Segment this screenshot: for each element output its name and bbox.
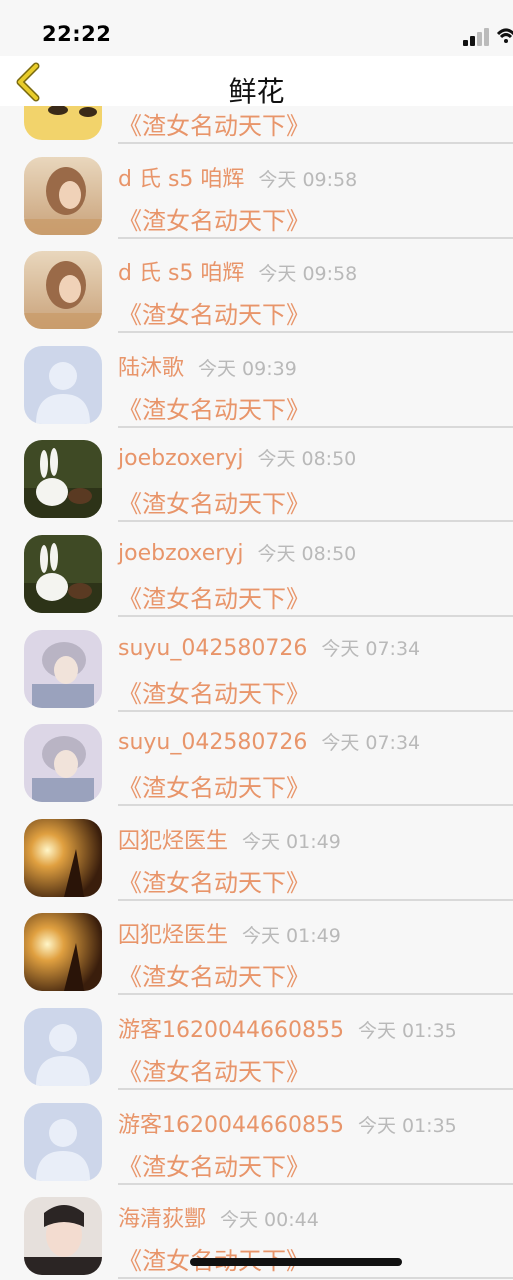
book-title[interactable]: 《渣女名动天下》 [118,106,310,141]
avatar[interactable] [24,534,102,613]
list-item[interactable]: 陆沐歌 今天 09:39 《渣女名动天下》 [0,334,513,429]
avatar[interactable] [24,106,102,140]
status-time: 22:22 [42,22,112,46]
book-title[interactable]: 《渣女名动天下》 [118,1147,310,1182]
book-title[interactable]: 《渣女名动天下》 [118,579,310,614]
user-name-text: 游客1620044660855 [118,1112,344,1138]
page-title: 鲜花 [228,75,285,108]
list-item[interactable]: d 氏 s5 咱辉 今天 09:58 《渣女名动天下》 [0,239,513,334]
user-name-text: 陆沐歌 [118,355,185,381]
user-name[interactable]: 囚犯烃医生 今天 01:49 [118,917,341,949]
user-name[interactable]: d 氏 s5 咱辉 今天 09:58 [118,161,357,193]
book-title[interactable]: 《渣女名动天下》 [118,674,310,709]
avatar[interactable] [24,818,102,897]
book-title[interactable]: 《渣女名动天下》 [118,957,310,992]
home-indicator [190,1258,402,1266]
avatar[interactable] [24,1007,102,1086]
timestamp: 今天 09:58 [258,168,358,191]
user-name[interactable]: 囚犯烃医生 今天 01:49 [118,823,341,855]
list-item[interactable]: d 氏 s5 咱辉 今天 09:58 《渣女名动天下》 [0,145,513,240]
book-title[interactable]: 《渣女名动天下》 [118,201,310,236]
avatar[interactable] [24,345,102,424]
signal-icon [463,28,493,46]
user-name-text: joebzoxeryj [118,540,244,566]
user-name[interactable]: joebzoxeryj 今天 08:50 [118,539,356,566]
user-name-text: suyu_042580726 [118,730,308,756]
flower-list[interactable]: 《渣女名动天下》 d 氏 s5 咱辉 今天 09:58 《渣女名动天下》 d 氏 s5 … [0,106,513,1280]
status-bar: 22:22 [0,0,513,56]
user-name-text: 囚犯烃医生 [118,828,229,854]
timestamp: 今天 08:50 [257,448,357,471]
list-item[interactable]: suyu_042580726 今天 07:34 《渣女名动天下》 [0,618,513,713]
user-name-text: d 氏 s5 咱辉 [118,261,245,287]
timestamp: 今天 09:39 [198,357,297,380]
book-title[interactable]: 《渣女名动天下》 [118,295,310,330]
timestamp: 今天 01:49 [242,925,341,948]
list-item[interactable]: 囚犯烃医生 今天 01:49 《渣女名动天下》 [0,901,513,996]
avatar[interactable] [24,629,102,708]
avatar[interactable] [24,1102,102,1181]
book-title[interactable]: 《渣女名动天下》 [118,484,310,519]
book-title[interactable]: 《渣女名动天下》 [118,390,310,425]
list-item[interactable]: 游客1620044660855 今天 01:35 《渣女名动天下》 [0,996,513,1091]
user-name-text: joebzoxeryj [118,446,244,472]
timestamp: 今天 07:34 [321,732,421,755]
list-item[interactable]: 《渣女名动天下》 [0,106,513,145]
avatar[interactable] [24,251,102,330]
wifi-icon [496,26,513,46]
user-name[interactable]: 陆沐歌 今天 09:39 [118,350,297,382]
avatar[interactable] [24,913,102,992]
timestamp: 今天 01:35 [357,1019,457,1042]
divider [118,1277,513,1280]
user-name[interactable]: suyu_042580726 今天 07:34 [118,728,420,755]
list-item[interactable]: 游客1620044660855 今天 01:35 《渣女名动天下》 [0,1091,513,1186]
list-item[interactable]: joebzoxeryj 今天 08:50 《渣女名动天下》 [0,523,513,618]
timestamp: 今天 08:50 [257,542,357,565]
user-name-text: d 氏 s5 咱辉 [118,166,245,192]
user-name[interactable]: 海清荻酆 今天 00:44 [118,1201,319,1233]
timestamp: 今天 01:49 [242,830,341,853]
timestamp: 今天 07:34 [321,637,421,660]
book-title[interactable]: 《渣女名动天下》 [118,768,310,803]
list-item[interactable]: 囚犯烃医生 今天 01:49 《渣女名动天下》 [0,807,513,902]
user-name[interactable]: 游客1620044660855 今天 01:35 [118,1012,457,1044]
timestamp: 今天 00:44 [220,1209,319,1232]
avatar[interactable] [24,156,102,235]
user-name-text: 囚犯烃医生 [118,923,229,949]
avatar[interactable] [24,440,102,519]
list-item[interactable]: joebzoxeryj 今天 08:50 《渣女名动天下》 [0,428,513,523]
user-name[interactable]: d 氏 s5 咱辉 今天 09:58 [118,255,357,287]
timestamp: 今天 09:58 [258,263,358,286]
avatar[interactable] [24,1197,102,1276]
user-name-text: 海清荻酆 [118,1207,207,1233]
user-name[interactable]: joebzoxeryj 今天 08:50 [118,444,356,471]
avatar[interactable] [24,724,102,803]
list-item[interactable]: suyu_042580726 今天 07:34 《渣女名动天下》 [0,712,513,807]
user-name-text: suyu_042580726 [118,635,308,661]
user-name[interactable]: suyu_042580726 今天 07:34 [118,634,420,661]
user-name[interactable]: 游客1620044660855 今天 01:35 [118,1107,457,1139]
book-title[interactable]: 《渣女名动天下》 [118,863,310,898]
timestamp: 今天 01:35 [357,1114,457,1137]
book-title[interactable]: 《渣女名动天下》 [118,1052,310,1087]
user-name-text: 游客1620044660855 [118,1017,344,1043]
nav-bar: 鲜花 [0,56,513,108]
